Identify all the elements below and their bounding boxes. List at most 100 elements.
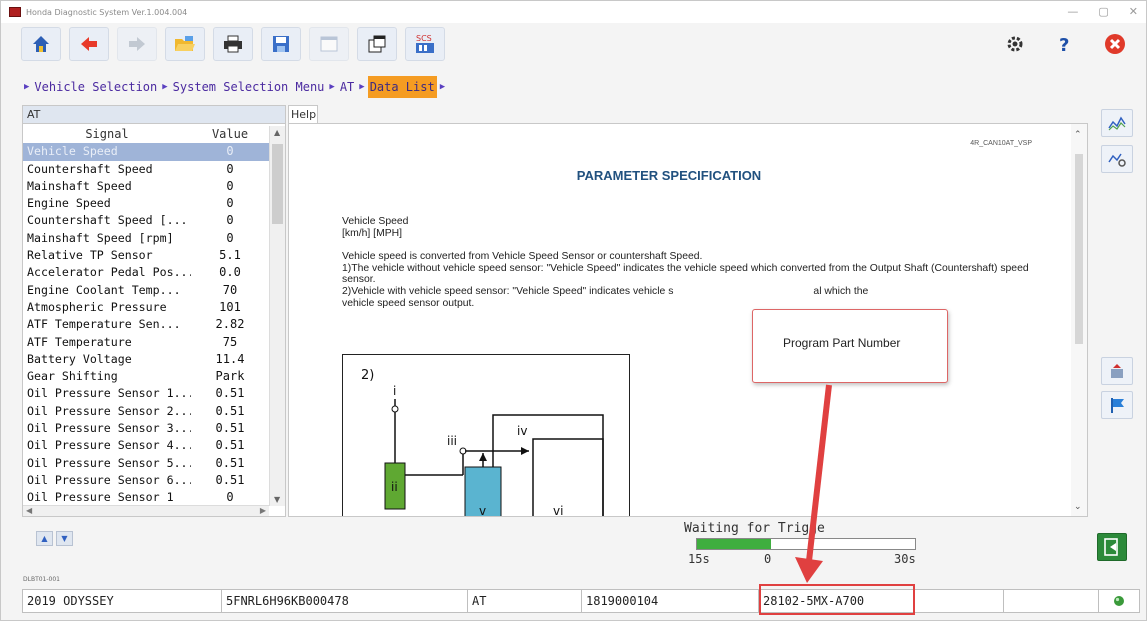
- export-icon: [368, 35, 386, 53]
- window-button[interactable]: [309, 27, 349, 61]
- diagram-label-vi: vi: [553, 504, 563, 517]
- signal-name: Atmospheric Pressure: [27, 299, 167, 314]
- signal-row[interactable]: Engine Coolant Temp... 70: [23, 282, 269, 299]
- signal-row[interactable]: Oil Pressure Sensor 1... 0.51: [23, 385, 269, 402]
- diagram-label-iii: iii: [447, 434, 457, 448]
- question-icon: ?: [1059, 35, 1069, 55]
- scroll-down-icon[interactable]: ▼: [274, 495, 280, 504]
- signal-row[interactable]: Mainshaft Speed [rpm] 0: [23, 230, 269, 247]
- help-scrollbar-thumb[interactable]: [1075, 154, 1083, 344]
- exit-screen-button[interactable]: [1097, 533, 1127, 561]
- scroll-up-icon[interactable]: ▲: [274, 128, 280, 137]
- toolbar-right-group: ?: [995, 27, 1135, 61]
- close-window-icon[interactable]: ✕: [1129, 5, 1138, 18]
- signal-vertical-scrollbar[interactable]: ▲ ▼: [269, 126, 285, 506]
- breadcrumb-system-selection[interactable]: System Selection Menu: [171, 79, 327, 95]
- graph-settings-button[interactable]: [1101, 145, 1133, 173]
- signal-row[interactable]: Relative TP Sensor 5.1: [23, 247, 269, 264]
- export-button[interactable]: [357, 27, 397, 61]
- signal-rows: Vehicle Speed 0 Countershaft Speed 0 Mainsha…: [23, 143, 269, 506]
- scroll-left-icon[interactable]: ◀: [26, 506, 32, 515]
- signal-name: Countershaft Speed: [27, 161, 153, 176]
- signal-row[interactable]: Countershaft Speed 0: [23, 161, 269, 178]
- help-paragraph-3-start: 2)Vehicle with vehicle speed sensor: "Ve…: [342, 285, 674, 297]
- status-indicator-icon: [1114, 596, 1124, 606]
- home-button[interactable]: [21, 27, 61, 61]
- signal-row[interactable]: Oil Pressure Sensor 2... 0.51: [23, 403, 269, 420]
- diagram-label-iv: iv: [517, 424, 527, 438]
- diagram-number: 2): [361, 368, 374, 383]
- trigger-scale-left: 15s: [688, 552, 710, 566]
- gear-icon: [1007, 36, 1023, 52]
- back-arrow-icon: [81, 37, 97, 51]
- value-column-header[interactable]: Value: [191, 126, 269, 143]
- signal-name: Gear Shifting: [27, 369, 118, 384]
- signal-row[interactable]: Atmospheric Pressure 101: [23, 299, 269, 316]
- signal-row[interactable]: Oil Pressure Sensor 4... 0.51: [23, 437, 269, 454]
- signal-horizontal-scrollbar[interactable]: ◀ ▶: [23, 505, 269, 516]
- signal-row[interactable]: ATF Temperature 75: [23, 334, 269, 351]
- part-number-highlight: [759, 584, 915, 615]
- help-heading: PARAMETER SPECIFICATION: [576, 168, 762, 183]
- help-scrollbar[interactable]: ⌃ ⌄: [1071, 124, 1087, 516]
- scroll-right-icon[interactable]: ▶: [260, 506, 266, 515]
- signal-value: 0.51: [215, 472, 245, 487]
- forward-button[interactable]: [117, 27, 157, 61]
- save-button[interactable]: [261, 27, 301, 61]
- maximize-icon[interactable]: ▢: [1098, 5, 1108, 18]
- snapshot-button[interactable]: [1101, 357, 1133, 385]
- signal-name: Battery Voltage: [27, 351, 132, 366]
- signal-panel-title: AT: [23, 106, 285, 124]
- print-button[interactable]: [213, 27, 253, 61]
- scroll-down-icon[interactable]: ⌄: [1074, 502, 1082, 512]
- breadcrumb-at[interactable]: AT: [338, 79, 356, 95]
- move-up-button[interactable]: ▲: [36, 531, 53, 546]
- signal-row[interactable]: Countershaft Speed [... 0: [23, 212, 269, 229]
- signal-row[interactable]: ATF Temperature Sen... 2.82: [23, 316, 269, 333]
- status-number: 1819000104: [582, 590, 759, 612]
- signal-row[interactable]: Battery Voltage 11.4: [23, 351, 269, 368]
- scroll-up-icon[interactable]: ⌃: [1074, 130, 1082, 140]
- signal-column-header[interactable]: Signal: [23, 126, 191, 143]
- home-icon: [33, 36, 49, 52]
- signal-panel: AT Signal Value Vehicle Speed 0 Countersha…: [22, 105, 286, 517]
- breadcrumb-vehicle-selection[interactable]: Vehicle Selection: [32, 79, 159, 95]
- signal-name: Relative TP Sensor: [27, 248, 153, 263]
- open-button[interactable]: [165, 27, 205, 61]
- signal-row[interactable]: Oil Pressure Sensor 6... 0.51: [23, 472, 269, 489]
- exit-app-button[interactable]: [1095, 27, 1135, 61]
- close-circle-icon: [1105, 34, 1125, 54]
- signal-value: 0: [226, 161, 234, 176]
- callout-text: Program Part Number: [783, 336, 901, 350]
- window-icon: [320, 36, 338, 52]
- signal-value: 0: [226, 178, 234, 193]
- signal-row[interactable]: Gear Shifting Park: [23, 368, 269, 385]
- help-panel: 4R_CAN10AT_VSP PARAMETER SPECIFICATION V…: [288, 123, 1088, 517]
- signal-row[interactable]: Accelerator Pedal Pos... 0.0: [23, 264, 269, 281]
- graph-view-button[interactable]: [1101, 109, 1133, 137]
- signal-row[interactable]: Engine Speed 0: [23, 195, 269, 212]
- signal-value: Park: [215, 369, 245, 384]
- breadcrumb-arrow-icon: ▶: [329, 82, 335, 92]
- signal-table-header: Signal Value: [23, 126, 269, 143]
- graph-settings-icon: [1108, 153, 1126, 167]
- move-down-button[interactable]: ▼: [56, 531, 73, 546]
- breadcrumb-data-list[interactable]: Data List: [367, 76, 437, 98]
- signal-row[interactable]: Mainshaft Speed 0: [23, 178, 269, 195]
- minimize-icon[interactable]: —: [1067, 5, 1078, 18]
- scrollbar-thumb[interactable]: [272, 144, 283, 224]
- signal-row[interactable]: Vehicle Speed 0: [23, 143, 269, 161]
- back-button[interactable]: [69, 27, 109, 61]
- trigger-progress-bar: [696, 538, 916, 550]
- tab-help[interactable]: Help: [288, 105, 318, 123]
- signal-row[interactable]: Oil Pressure Sensor 1 0: [23, 489, 269, 506]
- signal-value: 11.4: [215, 351, 245, 366]
- signal-row[interactable]: Oil Pressure Sensor 3... 0.51: [23, 420, 269, 437]
- settings-button[interactable]: [995, 27, 1035, 61]
- scs-button[interactable]: SCS: [405, 27, 445, 61]
- flag-button[interactable]: [1101, 391, 1133, 419]
- signal-name: ATF Temperature Sen...: [27, 317, 181, 332]
- signal-row[interactable]: Oil Pressure Sensor 5... 0.51: [23, 455, 269, 472]
- app-logo-icon: [9, 7, 21, 17]
- help-button[interactable]: ?: [1045, 27, 1085, 61]
